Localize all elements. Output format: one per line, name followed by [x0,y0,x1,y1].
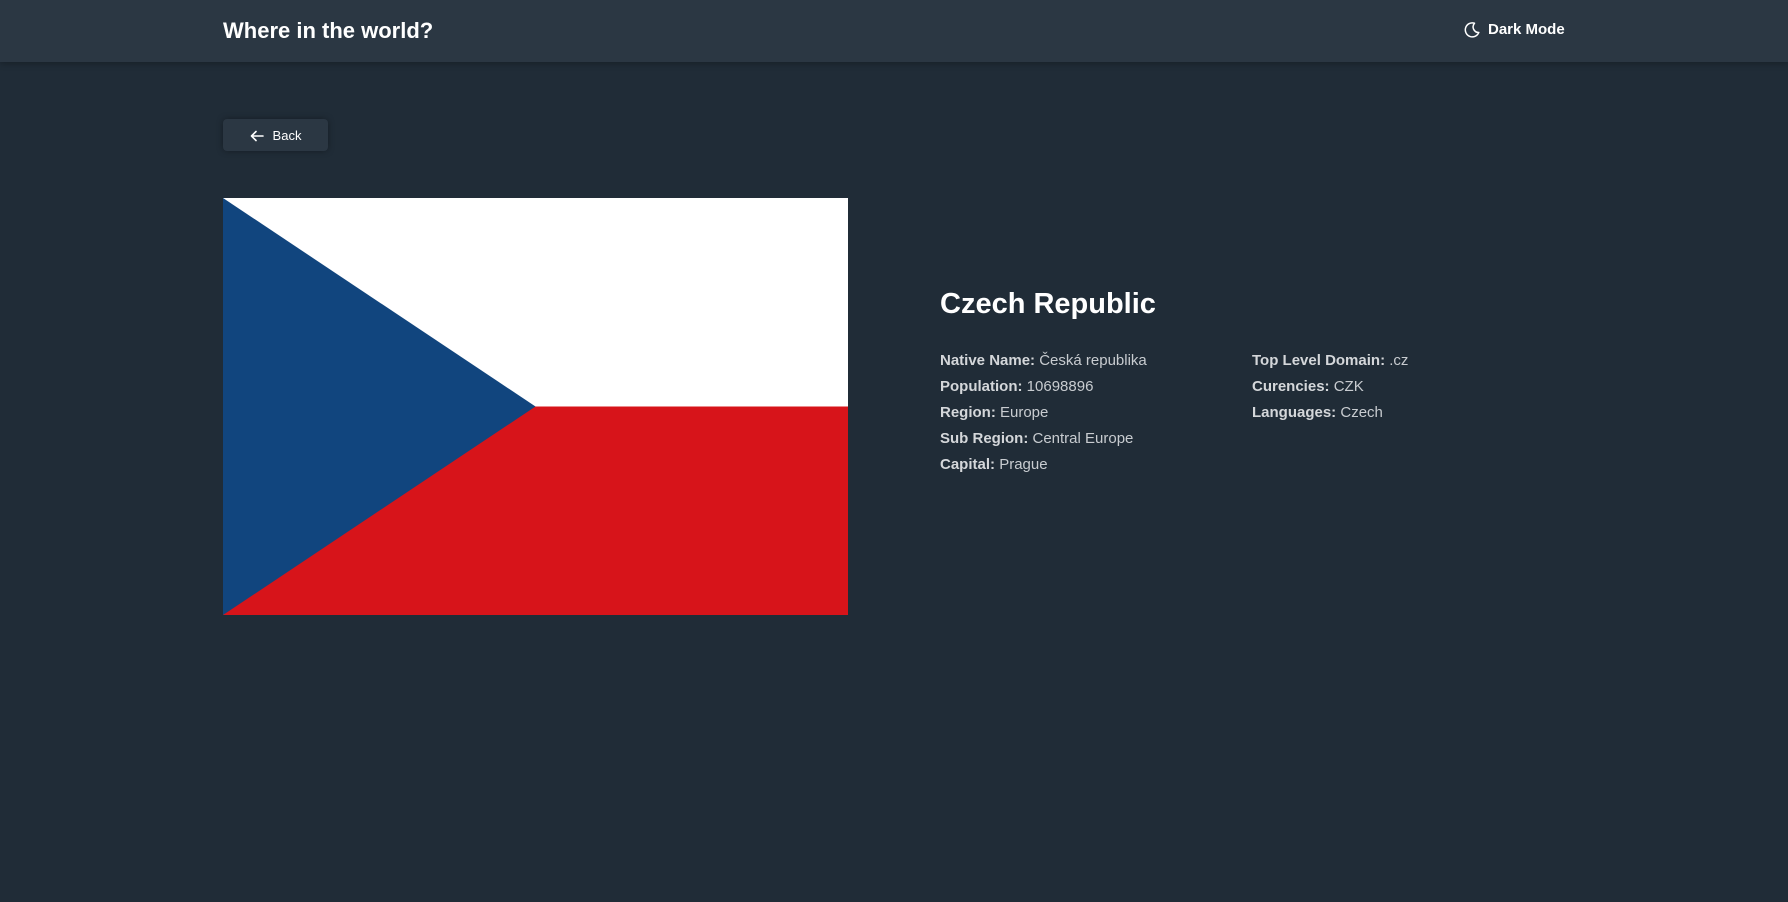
detail-region: Region: Europe [940,400,1147,426]
arrow-left-icon [250,129,264,142]
detail-value: Prague [999,456,1048,473]
country-flag [223,198,848,615]
details-right: Top Level Domain: .cz Curencies: CZK Lan… [1252,348,1408,426]
back-button[interactable]: Back [223,119,328,151]
detail-top-level-domain: Top Level Domain: .cz [1252,348,1408,374]
detail-value: Central Europe [1032,430,1134,447]
detail-key: Top Level Domain: [1252,352,1386,369]
detail-native-name: Native Name: Česká republika [940,348,1147,374]
app-title: Where in the world? [223,18,434,43]
moon-icon [1464,21,1480,38]
detail-value: Czech [1340,404,1383,421]
detail-currencies: Curencies: CZK [1252,374,1408,400]
detail-key: Population: [940,378,1023,395]
detail-capital: Capital: Prague [940,452,1147,478]
detail-sub-region: Sub Region: Central Europe [940,426,1147,452]
dark-mode-label: Dark Mode [1488,21,1565,38]
detail-key: Capital: [940,456,996,473]
detail-key: Curencies: [1252,378,1330,395]
detail-key: Languages: [1252,404,1337,421]
dark-mode-toggle[interactable]: Dark Mode [1464,21,1565,38]
detail-key: Sub Region: [940,430,1029,447]
detail-key: Native Name: [940,352,1036,369]
details-left: Native Name: Česká republika Population:… [940,348,1147,478]
detail-key: Region: [940,404,996,421]
detail-languages: Languages: Czech [1252,400,1408,426]
detail-value: Europe [1000,404,1049,421]
back-button-label: Back [272,127,302,143]
detail-value: .cz [1389,352,1409,369]
app-header: Where in the world? Dark Mode [0,0,1788,62]
country-name: Czech Republic [940,288,1156,320]
detail-value: 10698896 [1026,378,1094,395]
detail-value: Česká republika [1039,352,1147,369]
detail-population: Population: 10698896 [940,374,1147,400]
detail-value: CZK [1333,378,1364,395]
